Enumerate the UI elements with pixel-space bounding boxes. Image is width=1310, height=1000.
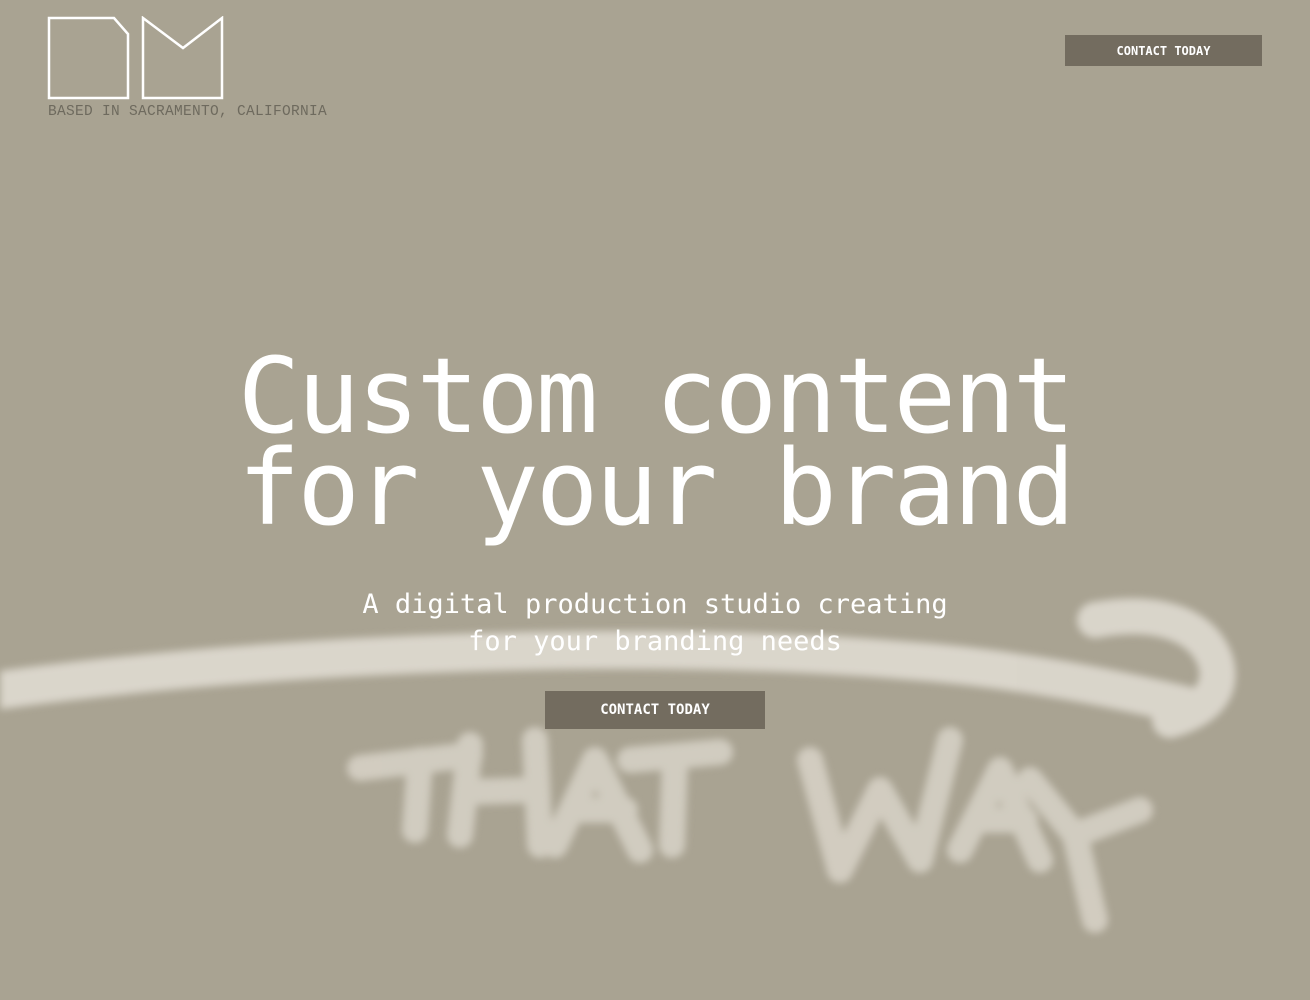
hero-headline-line-2: for your brand bbox=[237, 427, 1076, 549]
location-tagline: BASED IN SACRAMENTO, CALIFORNIA bbox=[48, 104, 328, 120]
hero-subheading-line-2: for your branding needs bbox=[468, 626, 842, 657]
hero-contact-button[interactable]: CONTACT TODAY bbox=[545, 691, 765, 729]
header-contact-button[interactable]: CONTACT TODAY bbox=[1065, 35, 1262, 66]
dm-logo[interactable] bbox=[47, 16, 225, 100]
hero-subheading-line-1: A digital production studio creating bbox=[362, 589, 948, 620]
logo-letter-d bbox=[47, 16, 130, 100]
logo-letter-m bbox=[141, 16, 224, 100]
hero-headline: Custom content for your brand bbox=[0, 344, 1310, 549]
graffiti-text-that-way bbox=[347, 727, 1153, 933]
hero-subheading: A digital production studio creating for… bbox=[0, 586, 1310, 660]
